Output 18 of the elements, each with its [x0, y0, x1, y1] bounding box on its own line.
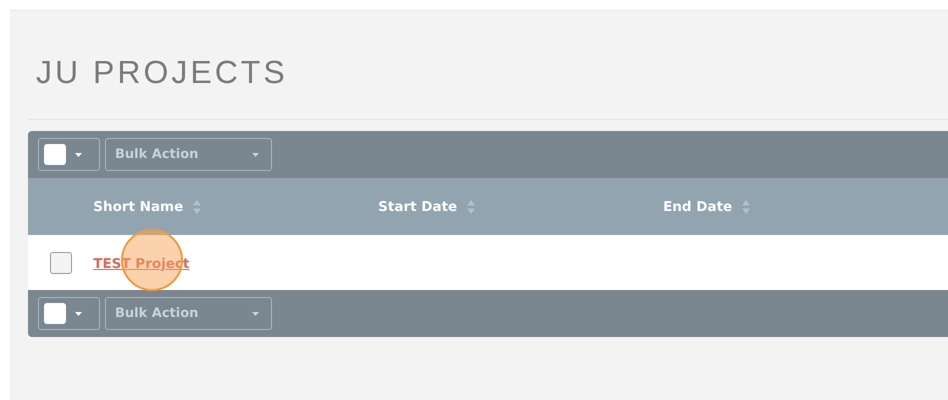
- select-all-checkbox[interactable]: [44, 303, 66, 324]
- sort-icon[interactable]: [193, 198, 202, 214]
- bulk-action-dropdown[interactable]: Bulk Action: [105, 297, 272, 330]
- column-header[interactable]: Start Date: [378, 198, 458, 214]
- select-all-checkbox[interactable]: [44, 144, 66, 165]
- column-header[interactable]: Short Name: [93, 198, 184, 214]
- caret-icon: [252, 312, 259, 316]
- select-all-dropdown[interactable]: [38, 297, 100, 330]
- select-all-dropdown[interactable]: [38, 138, 100, 171]
- bulk-action-dropdown[interactable]: Bulk Action: [105, 138, 272, 171]
- caret-icon: [252, 152, 259, 156]
- caret-icon: [75, 152, 82, 156]
- caret-icon: [75, 312, 82, 316]
- sort-icon[interactable]: [467, 198, 476, 214]
- page-title: JU PROJECTS: [36, 53, 289, 92]
- row-checkbox[interactable]: [50, 252, 72, 274]
- column-header[interactable]: End Date: [663, 198, 732, 214]
- sort-icon[interactable]: [742, 198, 750, 214]
